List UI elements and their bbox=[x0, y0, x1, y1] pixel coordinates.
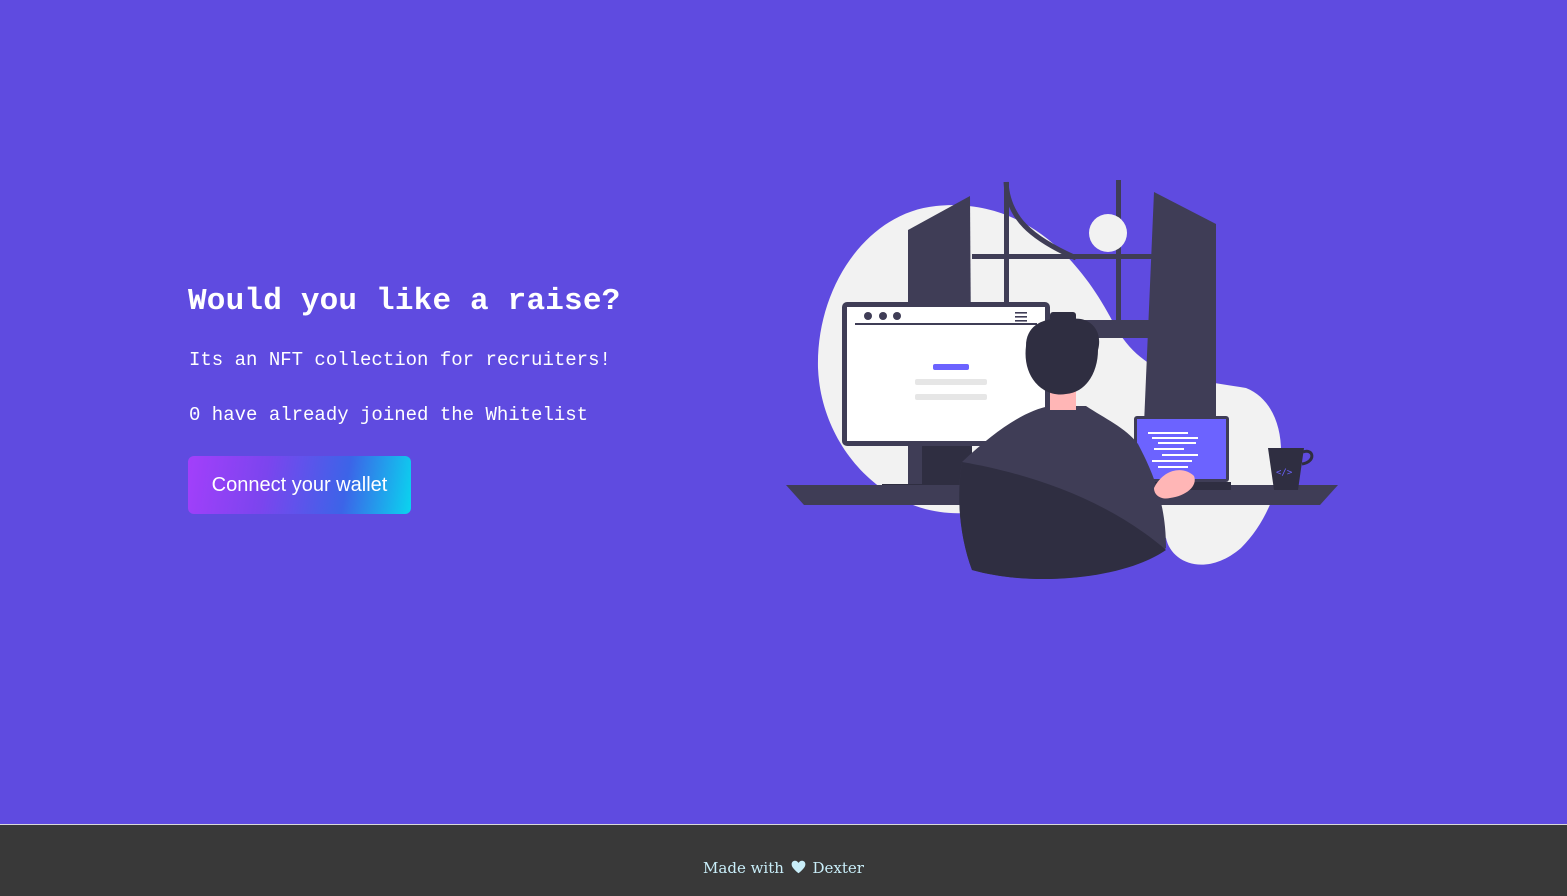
hero-text-block: Would you like a raise? Its an NFT colle… bbox=[188, 284, 708, 514]
whitelist-text: have already joined the Whitelist bbox=[200, 404, 589, 426]
person-hair-top bbox=[1050, 312, 1076, 322]
whitelist-status: 0 have already joined the Whitelist bbox=[189, 404, 708, 426]
monitor-dot-2 bbox=[879, 312, 887, 320]
window-frame-vertical-2 bbox=[1116, 180, 1121, 320]
monitor-dot-1 bbox=[864, 312, 872, 320]
monitor-rule bbox=[855, 323, 1037, 325]
monitor-dot-3 bbox=[893, 312, 901, 320]
mug-code-symbol: </> bbox=[1276, 468, 1293, 478]
connect-wallet-button[interactable]: Connect your wallet bbox=[188, 456, 411, 514]
footer-credit: Made with Dexter bbox=[0, 859, 1567, 877]
hero-section: Would you like a raise? Its an NFT colle… bbox=[0, 0, 1567, 824]
whitelist-count: 0 bbox=[189, 404, 201, 426]
monitor-line-1 bbox=[915, 379, 987, 385]
hamburger-line-3 bbox=[1015, 320, 1027, 322]
footer: Made with Dexter bbox=[0, 825, 1567, 896]
made-with-text: Made with bbox=[703, 859, 784, 877]
mug-handle bbox=[1301, 449, 1314, 466]
hamburger-line-2 bbox=[1015, 316, 1027, 318]
window-frame-horizontal bbox=[972, 254, 1152, 259]
programmer-at-desk-illustration: </> bbox=[786, 180, 1338, 580]
page-title: Would you like a raise? bbox=[188, 284, 621, 319]
hamburger-line-1 bbox=[1015, 312, 1027, 314]
heart-icon bbox=[791, 860, 806, 874]
moon bbox=[1089, 214, 1127, 252]
subtitle: Its an NFT collection for recruiters! bbox=[189, 349, 611, 371]
author-name: Dexter bbox=[812, 859, 864, 877]
monitor-accent-bar bbox=[933, 364, 969, 370]
monitor-line-2 bbox=[915, 394, 987, 400]
window-frame-vertical bbox=[1004, 182, 1009, 322]
